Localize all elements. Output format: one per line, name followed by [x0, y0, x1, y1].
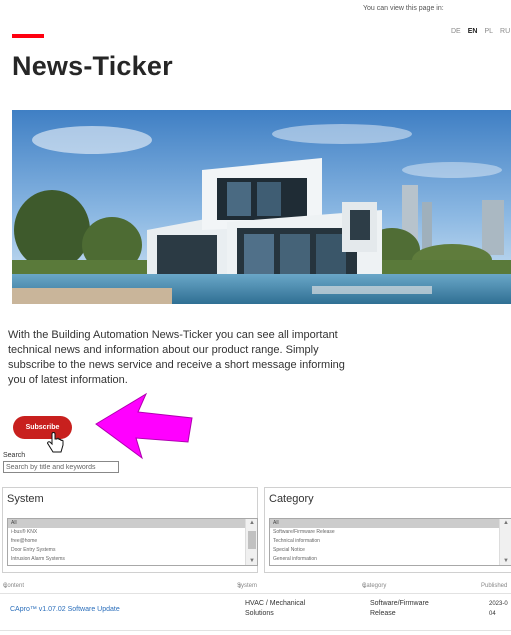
- row-category-line: Release: [370, 610, 396, 617]
- scroll-down-icon[interactable]: ▼: [503, 558, 509, 564]
- row-system-line: Solutions: [245, 610, 274, 617]
- brand-accent-bar: [12, 34, 44, 38]
- category-option[interactable]: Special Notice: [270, 546, 499, 555]
- language-en[interactable]: EN: [468, 28, 478, 35]
- sort-icon[interactable]: ⇕: [3, 583, 8, 590]
- table-row: CApro™ v1.07.02 Software Update HVAC / M…: [0, 599, 511, 627]
- category-listbox[interactable]: All Software/Firmware Release Technical …: [269, 518, 511, 566]
- language-ru[interactable]: RU: [500, 28, 510, 35]
- category-option[interactable]: General information: [270, 555, 499, 564]
- table-header: Content ⇕ System ⇕ Category ⇕ Published: [0, 583, 511, 593]
- system-listbox[interactable]: All i-bus® KNX free@home Door Entry Syst…: [7, 518, 258, 566]
- intro-text: With the Building Automation News-Ticker…: [8, 329, 345, 386]
- language-de[interactable]: DE: [451, 28, 461, 35]
- category-filter-title: Category: [269, 493, 314, 505]
- system-option[interactable]: free@home: [8, 537, 245, 546]
- sort-icon[interactable]: ⇕: [237, 583, 242, 590]
- search-input[interactable]: [3, 461, 119, 473]
- scroll-down-icon[interactable]: ▼: [249, 558, 255, 564]
- category-option[interactable]: Technical information: [270, 537, 499, 546]
- hand-cursor-icon: [47, 432, 64, 453]
- scroll-up-icon[interactable]: ▲: [503, 520, 509, 526]
- system-filter-panel: System All i-bus® KNX free@home Door Ent…: [2, 487, 258, 573]
- page-title: News-Ticker: [12, 51, 173, 81]
- row-system: HVAC / Mechanical Solutions: [245, 599, 305, 619]
- row-published: 2023-0 04: [489, 599, 508, 619]
- row-published-line: 04: [489, 611, 496, 617]
- row-divider: [0, 630, 511, 631]
- category-option[interactable]: Software/Firmware Release: [270, 528, 499, 537]
- category-filter-panel: Category All Software/Firmware Release T…: [264, 487, 511, 573]
- language-switcher: DE EN PL RU: [451, 28, 510, 35]
- row-published-line: 2023-0: [489, 601, 508, 607]
- system-option[interactable]: All: [8, 519, 245, 528]
- news-title-link[interactable]: CApro™ v1.07.02 Software Update: [10, 605, 120, 615]
- language-note: You can view this page in:: [363, 5, 444, 12]
- sort-icon[interactable]: ⇕: [362, 583, 367, 590]
- arrow-pointer-icon: [95, 392, 193, 460]
- scroll-thumb[interactable]: [248, 531, 256, 549]
- row-system-line: HVAC / Mechanical: [245, 600, 306, 607]
- category-option[interactable]: All: [270, 519, 499, 528]
- system-option[interactable]: Intrusion Alarm Systems: [8, 555, 245, 564]
- language-pl[interactable]: PL: [484, 28, 493, 35]
- system-option[interactable]: i-bus® KNX: [8, 528, 245, 537]
- hero-image: [12, 110, 511, 304]
- scroll-up-icon[interactable]: ▲: [249, 520, 255, 526]
- header-divider: [0, 593, 511, 594]
- row-category: Software/Firmware Release: [370, 599, 429, 619]
- system-scrollbar[interactable]: ▲ ▼: [245, 519, 257, 565]
- column-header-published[interactable]: Published: [481, 583, 507, 589]
- row-category-line: Software/Firmware: [370, 600, 429, 607]
- system-option[interactable]: Door Entry Systems: [8, 546, 245, 555]
- category-scrollbar[interactable]: ▲ ▼: [499, 519, 511, 565]
- system-filter-title: System: [7, 493, 44, 505]
- search-label: Search: [3, 452, 26, 459]
